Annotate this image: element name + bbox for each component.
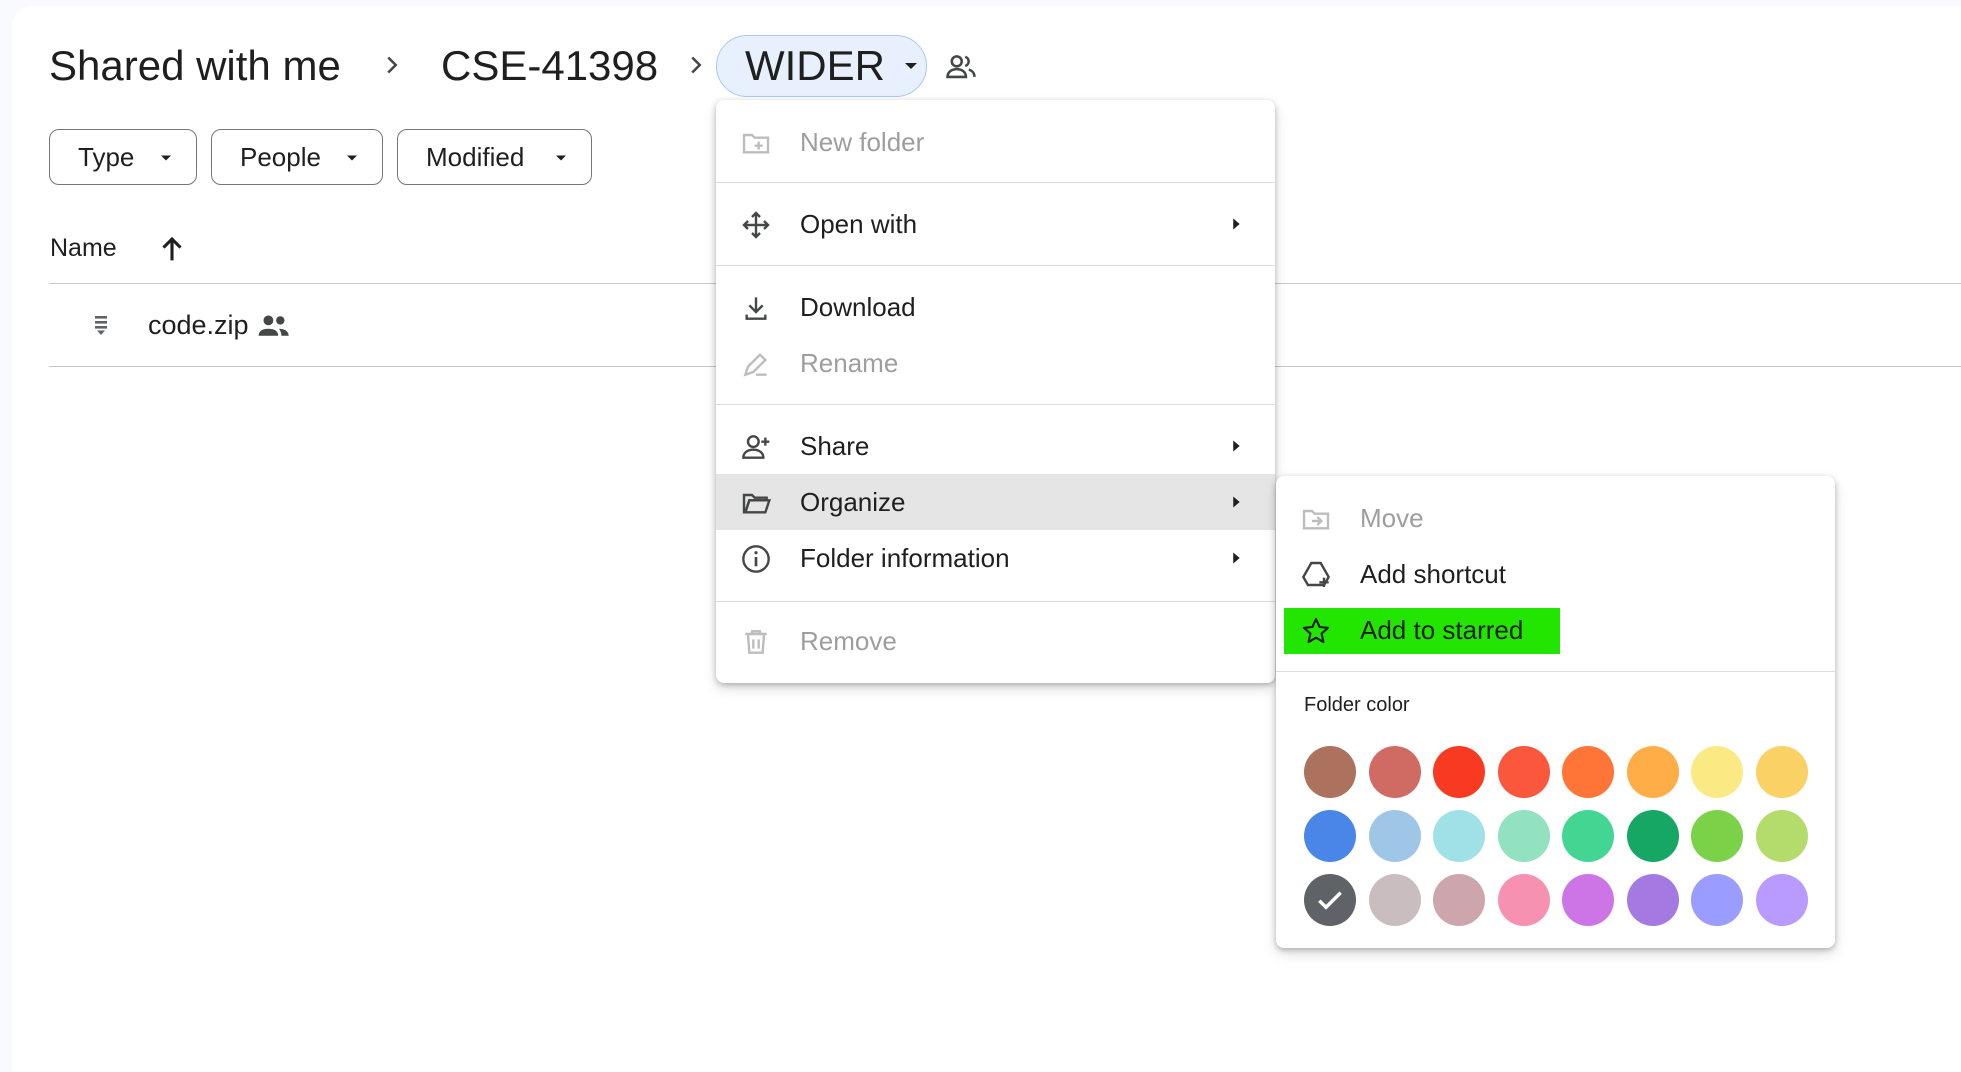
sort-arrow-up-icon[interactable]: [155, 232, 189, 266]
menu-item-remove[interactable]: Remove: [716, 613, 1275, 669]
folder-color-swatch[interactable]: [1626, 874, 1679, 926]
shared-people-icon: [946, 55, 976, 79]
zip-file-icon: [95, 316, 107, 335]
breadcrumb-shared-with-me[interactable]: Shared with me: [49, 40, 341, 92]
menu-divider: [716, 265, 1275, 266]
folder-color-swatch[interactable]: [1755, 874, 1808, 926]
download-icon: [745, 297, 767, 320]
caret-down-icon: [161, 155, 171, 161]
star-outline-icon: [1302, 617, 1330, 644]
folder-color-swatch[interactable]: [1304, 810, 1356, 862]
checkmark-icon: [1318, 891, 1342, 910]
filter-type-chip[interactable]: Type: [49, 129, 197, 185]
menu-item-label: Open with: [800, 209, 918, 239]
folder-color-swatch[interactable]: [1433, 746, 1485, 798]
menu-divider: [1276, 671, 1835, 672]
folder-color-swatch[interactable]: [1433, 810, 1485, 862]
folder-color-swatch[interactable]: [1497, 874, 1550, 926]
caret-down-icon: [905, 63, 917, 69]
trash-icon: [745, 630, 767, 654]
folder-color-swatch[interactable]: [1304, 874, 1356, 926]
folder-color-swatch[interactable]: [1562, 874, 1614, 926]
filter-label: People: [240, 141, 321, 172]
folder-color-swatch[interactable]: [1497, 810, 1550, 862]
folder-color-swatch[interactable]: [1626, 746, 1679, 798]
menu-item-add-to-starred[interactable]: Add to starred: [1276, 602, 1835, 658]
filter-label: Type: [78, 141, 135, 172]
submenu-arrow-icon: [1233, 218, 1240, 230]
folder-open-icon: [742, 493, 771, 514]
folder-color-swatch[interactable]: [1562, 810, 1614, 862]
submenu-arrow-icon: [1233, 496, 1240, 508]
folder-color-swatch[interactable]: [1304, 746, 1356, 798]
filter-people-chip[interactable]: People: [211, 129, 383, 185]
folder-context-menu: New folder Open with Download Rename Sha…: [716, 100, 1275, 683]
menu-item-move[interactable]: Move: [1276, 490, 1835, 546]
folder-color-swatch[interactable]: [1626, 810, 1679, 862]
breadcrumb-parent-folder[interactable]: CSE-41398: [441, 40, 658, 92]
folder-color-swatch[interactable]: [1755, 746, 1808, 798]
move-arrows-icon: [742, 211, 770, 239]
folder-color-swatch[interactable]: [1433, 874, 1485, 926]
menu-item-label: Organize: [800, 487, 906, 517]
menu-divider: [716, 404, 1275, 405]
folder-color-swatch[interactable]: [1368, 810, 1421, 862]
chevron-right-icon: [377, 50, 407, 80]
menu-item-label: Folder information: [800, 543, 1010, 573]
menu-item-label: Share: [800, 431, 870, 461]
menu-divider: [716, 601, 1275, 602]
menu-item-label: Add to starred: [1360, 615, 1524, 645]
folder-color-title: Folder color: [1304, 694, 1410, 716]
caret-down-icon: [556, 155, 566, 161]
person-add-icon: [742, 435, 770, 459]
folder-color-swatch[interactable]: [1562, 746, 1614, 798]
menu-item-organize[interactable]: Organize: [716, 474, 1275, 530]
shared-people-icon: [258, 315, 289, 336]
chevron-right-icon: [681, 50, 711, 80]
organize-submenu: Move Add shortcut Add to starred Folder …: [1276, 476, 1835, 948]
folder-color-swatch[interactable]: [1368, 746, 1421, 798]
move-to-folder-icon: [1302, 509, 1330, 530]
new-folder-icon: [742, 133, 770, 154]
current-folder-button[interactable]: WIDER: [716, 35, 927, 97]
menu-item-open-with[interactable]: Open with: [716, 196, 1275, 252]
menu-divider: [716, 182, 1275, 183]
menu-item-label: Add shortcut: [1360, 559, 1506, 589]
menu-item-label: Download: [800, 292, 916, 322]
current-folder-label: WIDER: [745, 42, 885, 89]
menu-item-label: Move: [1360, 503, 1424, 533]
menu-item-label: Rename: [800, 348, 899, 378]
add-shortcut-icon: [1301, 561, 1331, 587]
menu-item-label: Remove: [800, 626, 897, 656]
menu-item-new-folder[interactable]: New folder: [716, 114, 1275, 170]
folder-color-swatch[interactable]: [1497, 746, 1550, 798]
rename-pencil-icon: [743, 352, 768, 377]
submenu-arrow-icon: [1233, 440, 1240, 452]
menu-item-share[interactable]: Share: [716, 418, 1275, 474]
menu-item-add-shortcut[interactable]: Add shortcut: [1276, 546, 1835, 602]
caret-down-icon: [347, 155, 357, 161]
menu-item-download[interactable]: Download: [716, 279, 1275, 335]
folder-color-swatch[interactable]: [1691, 746, 1743, 798]
submenu-arrow-icon: [1233, 552, 1240, 564]
info-icon: [742, 545, 770, 573]
folder-color-swatch[interactable]: [1755, 810, 1808, 862]
menu-item-label: New folder: [800, 127, 925, 157]
folder-color-swatch[interactable]: [1691, 810, 1743, 862]
folder-color-swatch[interactable]: [1691, 874, 1743, 926]
file-name: code.zip: [148, 310, 249, 340]
column-header-name[interactable]: Name: [50, 234, 117, 263]
filter-label: Modified: [426, 141, 525, 172]
folder-color-swatch[interactable]: [1368, 874, 1421, 926]
filter-modified-chip[interactable]: Modified: [397, 129, 592, 185]
menu-item-rename[interactable]: Rename: [716, 335, 1275, 391]
menu-item-folder-information[interactable]: Folder information: [716, 530, 1275, 586]
